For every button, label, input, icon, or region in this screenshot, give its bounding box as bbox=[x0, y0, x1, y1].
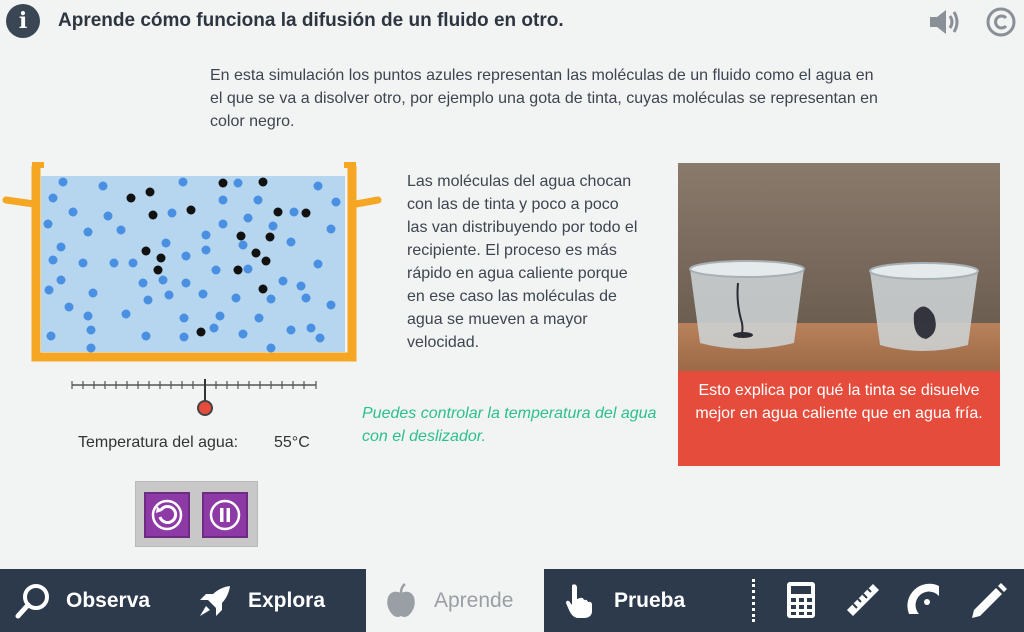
pause-button[interactable] bbox=[202, 492, 248, 538]
nav-separator bbox=[752, 579, 755, 622]
temperature-value: 55°C bbox=[274, 434, 310, 451]
header: i Aprende cómo funciona la difusión de u… bbox=[0, 0, 1024, 44]
hint-text: Puedes controlar la temperatura del agua… bbox=[362, 405, 657, 445]
intro-text: En esta simulación los puntos azules rep… bbox=[210, 67, 878, 130]
magnifier-icon bbox=[15, 583, 49, 618]
pause-icon bbox=[209, 499, 241, 531]
rocket-icon bbox=[200, 585, 230, 616]
nav-aprende-label: Aprende bbox=[434, 588, 514, 612]
temperature-slider[interactable] bbox=[71, 379, 317, 416]
pencil-icon[interactable] bbox=[968, 580, 1008, 620]
nav-observa-label: Observa bbox=[66, 588, 151, 612]
calculator-icon[interactable] bbox=[781, 580, 821, 620]
nav-explora-label: Explora bbox=[248, 588, 326, 612]
ink-glasses-photo bbox=[678, 163, 1000, 371]
copyright-icon[interactable] bbox=[986, 7, 1016, 37]
nav-explora[interactable]: Explora bbox=[196, 569, 325, 632]
nav-observa[interactable]: Observa bbox=[14, 569, 150, 632]
diffusion-simulation bbox=[2, 162, 382, 416]
nav-aprende[interactable]: Aprende bbox=[366, 569, 544, 632]
bottom-nav: Observa Explora Aprende Prueba bbox=[0, 569, 1024, 632]
simulation-controls bbox=[135, 481, 258, 547]
reset-icon bbox=[151, 499, 183, 531]
ruler-icon[interactable] bbox=[843, 580, 883, 620]
app-screen: i Aprende cómo funciona la difusión de u… bbox=[0, 0, 1024, 632]
nav-prueba-label: Prueba bbox=[614, 588, 686, 612]
apple-icon bbox=[387, 582, 415, 617]
speaker-icon[interactable] bbox=[928, 8, 962, 36]
nav-prueba[interactable]: Prueba bbox=[562, 569, 685, 632]
left-handle bbox=[2, 196, 38, 208]
reset-button[interactable] bbox=[144, 492, 190, 538]
right-handle bbox=[352, 196, 382, 208]
page-title: Aprende cómo funciona la difusión de un … bbox=[58, 10, 564, 31]
protractor-icon[interactable] bbox=[905, 580, 945, 620]
hand-pointer-icon bbox=[566, 583, 592, 618]
slider-knob[interactable] bbox=[197, 400, 213, 416]
info-icon[interactable]: i bbox=[6, 4, 40, 38]
explanation-text: Las moléculas del agua chocan con las de… bbox=[407, 173, 638, 351]
photo-caption: Esto explica por qué la tinta se disuelv… bbox=[678, 371, 1000, 466]
temperature-label: Temperatura del agua: bbox=[78, 434, 239, 451]
